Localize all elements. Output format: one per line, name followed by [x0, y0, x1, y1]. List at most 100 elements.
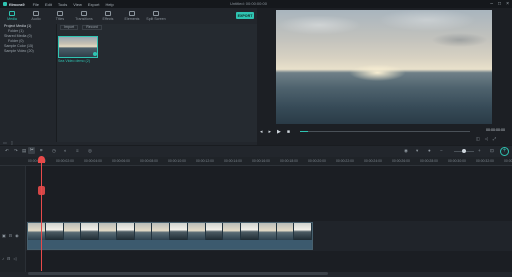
speaker-icon[interactable]: ◁: [13, 256, 16, 261]
tree-item-sample-video[interactable]: Sample Video (20): [0, 49, 56, 54]
tab-label: Transitions: [75, 17, 93, 21]
speed-icon[interactable]: ◷: [52, 148, 56, 154]
split-screen-icon: [153, 11, 159, 16]
close-icon[interactable]: ×: [506, 1, 509, 7]
preview-sky: [276, 10, 492, 60]
record-icon[interactable]: ◎: [88, 148, 92, 154]
delete-icon[interactable]: ▤: [22, 148, 26, 154]
tab-audio[interactable]: Audio: [24, 8, 48, 24]
import-dropdown[interactable]: Import: [60, 25, 79, 30]
export-button[interactable]: EXPORT: [236, 12, 254, 19]
render-icon[interactable]: ◉: [404, 148, 408, 154]
module-tabs: Media Audio Titles Transitions Effects E…: [0, 8, 260, 24]
rewind-icon[interactable]: ◂: [260, 129, 263, 135]
zoom-out-icon[interactable]: −: [440, 148, 443, 153]
lock-icon[interactable]: ⊟: [7, 256, 10, 261]
clip-frame: [134, 223, 153, 240]
preview-scrubber-progress: [300, 131, 308, 132]
tab-label: Media: [7, 17, 17, 21]
window-controls: – □ ×: [490, 1, 509, 7]
library-toolbar: Import Record: [60, 24, 256, 31]
clip-frame: [99, 223, 117, 240]
music-icon: ♪: [2, 256, 4, 261]
tab-media[interactable]: Media: [0, 8, 24, 24]
ruler-tick-label: 00:00:32:00: [476, 159, 494, 163]
logo-mark-icon: [3, 2, 7, 6]
ruler-tick-label: 00:00:16:00: [252, 159, 270, 163]
check-icon: [93, 52, 97, 56]
play-icon[interactable]: ▶: [277, 129, 281, 135]
clip-frame: [152, 223, 170, 240]
clip-frame: [223, 223, 241, 240]
playhead-line: [41, 156, 42, 271]
undo-icon[interactable]: ↶: [5, 148, 9, 154]
ruler-tick-label: 00:00:14:00: [224, 159, 242, 163]
tab-titles[interactable]: Titles: [48, 8, 72, 24]
ruler-tick-label: 00:00:24:00: [364, 159, 382, 163]
clip-frame: [294, 223, 312, 240]
add-track-button[interactable]: +: [500, 147, 509, 156]
tab-transitions[interactable]: Transitions: [72, 8, 96, 24]
ruler-tick-label: 00:00:08:00: [140, 159, 158, 163]
clip-frame: [116, 223, 135, 240]
lock-icon[interactable]: ⊟: [9, 233, 12, 238]
color-icon[interactable]: ◐: [64, 148, 67, 153]
step-back-icon[interactable]: ▸: [269, 129, 272, 135]
fit-icon[interactable]: ⊡: [490, 148, 494, 154]
clip-frame: [258, 223, 277, 240]
zoom-in-icon[interactable]: +: [478, 148, 481, 153]
tab-label: Effects: [102, 17, 114, 21]
clip-frame: [241, 223, 259, 240]
menu-help[interactable]: Help: [105, 2, 113, 7]
playhead-handle[interactable]: [38, 186, 45, 195]
media-tree: Project Media (1) Folder (1) Shared Medi…: [0, 24, 56, 138]
filmora-window: filmora9 File Edit Tools View Export Hel…: [0, 0, 512, 277]
ruler-tick-label: 00:00:26:00: [392, 159, 410, 163]
scissors-icon: ✂: [30, 147, 34, 152]
volume-icon[interactable]: ◁: [485, 136, 488, 141]
snapshot-icon[interactable]: ◫: [476, 136, 480, 141]
ruler-tick-label: 00:00:22:00: [336, 159, 354, 163]
preview-scrubber[interactable]: [300, 131, 470, 132]
menu-file[interactable]: File: [33, 2, 39, 7]
menu-tools[interactable]: Tools: [58, 2, 67, 7]
voiceover-icon[interactable]: ●: [428, 148, 431, 153]
clip-frame: [28, 223, 46, 240]
menu-bar: File Edit Tools View Export Help: [33, 2, 114, 7]
playhead-marker[interactable]: [38, 156, 45, 163]
tab-elements[interactable]: Elements: [120, 8, 144, 24]
redo-icon[interactable]: ↷: [14, 148, 18, 154]
minimize-icon[interactable]: –: [490, 1, 493, 7]
stop-icon[interactable]: ■: [287, 129, 290, 135]
app-logo: filmora9: [3, 2, 25, 7]
eye-icon[interactable]: ◉: [15, 233, 19, 238]
record-dropdown[interactable]: Record: [82, 25, 102, 30]
zoom-slider-knob[interactable]: [462, 149, 466, 153]
crop-icon[interactable]: ⌗: [40, 148, 43, 153]
maximize-icon[interactable]: □: [498, 1, 501, 7]
ruler-tick-label: 00:00:02:00: [56, 159, 74, 163]
timeline-scrollbar[interactable]: [28, 272, 328, 275]
tab-label: Elements: [124, 17, 140, 21]
media-thumbnail[interactable]: [58, 36, 98, 58]
tab-effects[interactable]: Effects: [96, 8, 120, 24]
ruler-tick-label: 00:00:10:00: [168, 159, 186, 163]
ruler-tick-label: 00:00:20:00: [308, 159, 326, 163]
tab-split-screen[interactable]: Split Screen: [144, 8, 168, 24]
app-name: filmora9: [9, 1, 25, 7]
titles-icon: [57, 11, 63, 16]
marker-icon[interactable]: ▾: [416, 148, 418, 154]
audio-icon: [33, 11, 39, 16]
document-title: Untitled: 00:00:00:00: [230, 1, 267, 6]
menu-export[interactable]: Export: [88, 2, 100, 7]
menu-view[interactable]: View: [73, 2, 82, 7]
preview-timecode: 00:00:00:00: [486, 128, 505, 132]
ruler-tick-label: 00:00:30:00: [448, 159, 466, 163]
fullscreen-icon[interactable]: ⤢: [493, 136, 496, 141]
audio-mixer-icon[interactable]: ≡: [76, 148, 79, 153]
ruler-tick-label: 00:00:18:00: [280, 159, 298, 163]
clip-audio-waveform: [28, 240, 312, 249]
playback-controls: ◂ ▸ ▶ ■: [257, 128, 512, 136]
video-track-controls: ▣ ⊟ ◉: [2, 233, 19, 238]
menu-edit[interactable]: Edit: [45, 2, 52, 7]
